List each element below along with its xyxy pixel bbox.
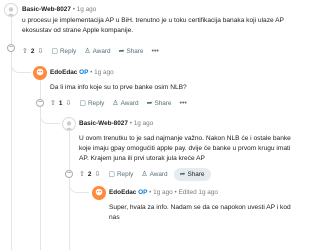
share-icon: ➦	[118, 48, 125, 55]
comment-text: u procesu je implementacija AP u BiH. tr…	[22, 17, 284, 34]
more-options-button[interactable]: •••	[152, 48, 159, 55]
comment-actions: ⇧ 1 ⇩ ▢ Reply ♙ Award ➦ Share •••	[50, 97, 187, 109]
user-icon	[95, 188, 103, 196]
more-icon: •••	[151, 47, 159, 55]
comment-author[interactable]: Basic-Web-8027	[22, 6, 71, 13]
upvote-icon[interactable]: ⇧	[50, 99, 56, 107]
user-icon	[65, 121, 73, 130]
comment-time: 1g ago	[94, 69, 114, 76]
comment-time: 1g ago	[133, 120, 154, 127]
vote-count: 1	[58, 99, 63, 107]
share-icon: ➦	[179, 171, 186, 178]
avatar[interactable]	[92, 186, 106, 200]
comment-author[interactable]: EdoEdac	[109, 189, 136, 196]
comment-meta: Basic-Web-8027 • 1g ago	[22, 6, 97, 13]
share-button[interactable]: ➦ Share	[118, 47, 144, 56]
more-options-button[interactable]: •••	[180, 100, 187, 107]
vote-count: 2	[30, 47, 35, 55]
downvote-icon[interactable]: ⇩	[94, 170, 100, 178]
op-badge: OP	[79, 69, 89, 76]
reply-button[interactable]: ▢ Reply	[51, 47, 76, 56]
comment-text: Da li ima info koje su to prve banke osi…	[50, 84, 187, 91]
share-button[interactable]: ➦ Share	[146, 99, 172, 108]
collapse-thread-button[interactable]: −	[7, 44, 15, 52]
comment-text: U ovom trenutku to je sad najmanje važno…	[79, 135, 291, 162]
comment-actions: ⇧ 2 ⇩ ▢ Reply ♙ Award ➦ Share	[79, 167, 211, 181]
award-icon: ♙	[84, 48, 91, 55]
thread-connector	[11, 60, 31, 73]
user-icon	[36, 68, 44, 76]
award-icon: ♙	[112, 100, 119, 107]
award-icon: ♙	[141, 171, 148, 178]
avatar[interactable]	[62, 117, 76, 131]
vote-count: 2	[87, 170, 92, 178]
comment-icon: ▢	[51, 48, 58, 55]
comment-time: 1g ago	[76, 6, 97, 13]
op-badge: OP	[138, 189, 148, 196]
comment-meta: EdoEdac OP • 1g ago • Edited 1g ago	[109, 189, 218, 196]
collapse-thread-button[interactable]: −	[65, 170, 73, 178]
comment-meta: Basic-Web-8027 • 1g ago	[79, 120, 154, 127]
thread-connector	[69, 180, 89, 193]
comment-icon: ▢	[108, 171, 115, 178]
edited-label: Edited 1g ago	[178, 189, 218, 196]
comment-time: 1g ago	[153, 189, 173, 196]
avatar[interactable]	[4, 3, 18, 17]
comment-text: Super, hvala za info. Nadam se da ce nap…	[109, 204, 291, 221]
downvote-icon[interactable]: ⇩	[65, 99, 71, 107]
upvote-icon[interactable]: ⇧	[22, 47, 28, 55]
downvote-icon[interactable]: ⇩	[37, 47, 43, 55]
comment-meta: EdoEdac OP • 1g ago	[50, 69, 114, 76]
share-button[interactable]: ➦ Share	[173, 167, 211, 181]
comment-author[interactable]: EdoEdac	[50, 69, 77, 76]
more-icon: •••	[179, 99, 187, 107]
award-button[interactable]: ♙ Award	[84, 47, 110, 56]
reply-button[interactable]: ▢ Reply	[108, 170, 133, 179]
collapse-thread-button[interactable]: −	[36, 99, 44, 107]
user-icon	[7, 7, 15, 16]
comment-author[interactable]: Basic-Web-8027	[79, 120, 128, 127]
award-button[interactable]: ♙ Award	[141, 170, 167, 179]
comment-actions: ⇧ 2 ⇩ ▢ Reply ♙ Award ➦ Share •••	[22, 45, 159, 57]
reply-button[interactable]: ▢ Reply	[79, 99, 104, 108]
comment-icon: ▢	[79, 100, 86, 107]
avatar[interactable]	[33, 66, 47, 80]
award-button[interactable]: ♙ Award	[112, 99, 138, 108]
upvote-icon[interactable]: ⇧	[79, 170, 85, 178]
share-icon: ➦	[146, 100, 153, 107]
thread-connector	[40, 112, 60, 124]
